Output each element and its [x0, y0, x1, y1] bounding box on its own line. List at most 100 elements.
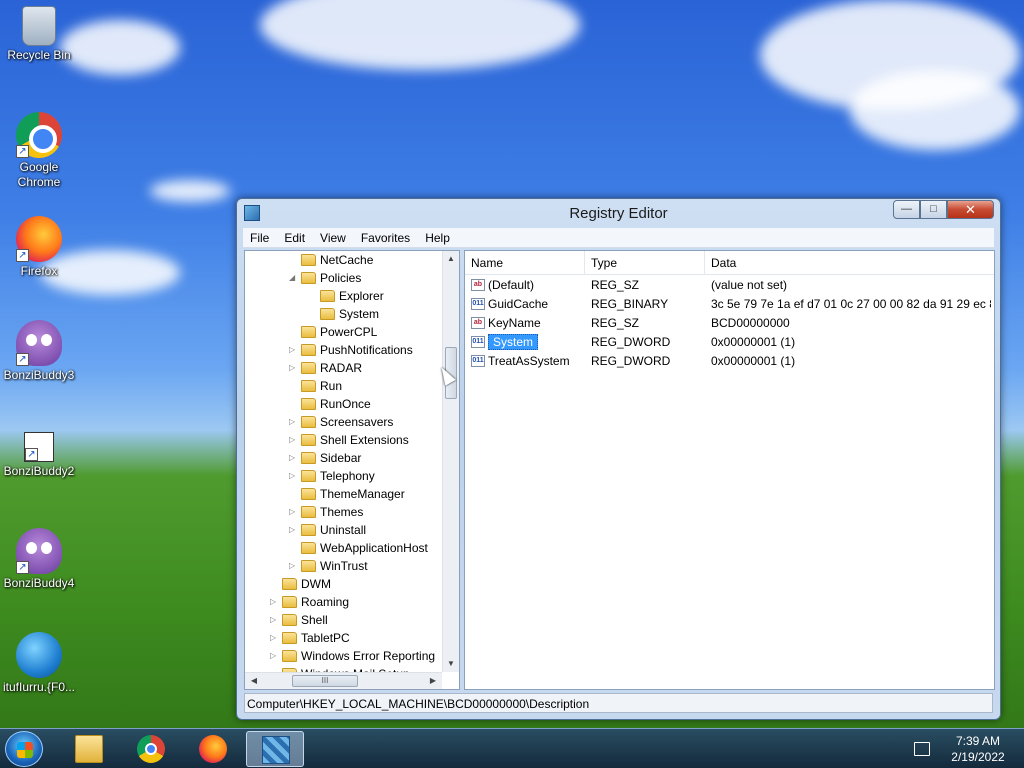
tree-expander[interactable]: ▷ [289, 557, 299, 575]
tree-item[interactable]: Explorer [308, 287, 384, 305]
tree-item-label: DWM [301, 577, 331, 591]
registry-tree[interactable]: NetCache ◢ Policies Explorer System Power… [244, 250, 460, 690]
desktop-icon-recycle-bin[interactable]: Recycle Bin [1, 6, 77, 63]
tree-expander[interactable]: ▷ [289, 467, 299, 485]
list-header: Name Type Data [465, 251, 994, 275]
value-type: REG_SZ [591, 278, 640, 292]
tree-expander[interactable]: ▷ [270, 611, 280, 629]
desktop-icon-bonzibuddy4[interactable]: ↗ BonziBuddy4 [1, 528, 77, 591]
start-button[interactable] [5, 731, 43, 767]
tree-vertical-scrollbar[interactable]: ▲ ▼ [442, 251, 459, 672]
menu-favorites[interactable]: Favorites [354, 231, 418, 245]
tree-item[interactable]: ▷ Windows Error Reporting [270, 647, 435, 665]
tree-expander[interactable]: ▷ [289, 341, 299, 359]
tree-expander[interactable]: ▷ [289, 431, 299, 449]
scroll-down-arrow[interactable]: ▼ [445, 657, 457, 671]
taskbar-explorer[interactable] [60, 731, 118, 767]
tree-item-label: PushNotifications [320, 343, 413, 357]
tree-expander[interactable]: ▷ [270, 629, 280, 647]
tree-item[interactable]: ▷ Shell [270, 611, 328, 629]
tree-item[interactable]: ▷ RADAR [289, 359, 362, 377]
tree-item-label: Run [320, 379, 343, 393]
desktop-icon-firefox[interactable]: ↗ Firefox [1, 216, 77, 279]
tree-item[interactable]: ThemeManager [289, 485, 405, 503]
desktop-icon-google-chrome[interactable]: ↗ Google Chrome [1, 112, 77, 190]
menu-file[interactable]: File [243, 231, 277, 245]
column-header-name[interactable]: Name [465, 251, 585, 275]
tree-item-label: RunOnce [320, 397, 371, 411]
taskbar-firefox[interactable] [184, 731, 242, 767]
title-bar[interactable]: Registry Editor — □ ✕ [237, 199, 1000, 227]
menu-view[interactable]: View [313, 231, 354, 245]
menu-edit[interactable]: Edit [277, 231, 313, 245]
tree-expander[interactable]: ▷ [289, 503, 299, 521]
taskbar-registry-editor[interactable] [246, 731, 304, 767]
tree-expander[interactable]: ▷ [289, 449, 299, 467]
taskbar-chrome[interactable] [122, 731, 180, 767]
menu-help[interactable]: Help [418, 231, 458, 245]
shortcut-arrow-icon: ↗ [16, 145, 29, 158]
shortcut-arrow-icon: ↗ [16, 561, 29, 574]
minimize-button[interactable]: — [893, 200, 920, 219]
tree-item[interactable]: ▷ WinTrust [289, 557, 368, 575]
tree-expander[interactable]: ▷ [289, 359, 299, 377]
tree-item[interactable]: ▷ Roaming [270, 593, 349, 611]
tree-item[interactable]: ▷ Shell Extensions [289, 431, 409, 449]
column-header-type[interactable]: Type [585, 251, 705, 275]
list-row[interactable]: 011 TreatAsSystem REG_DWORD 0x00000001 (1… [465, 352, 994, 371]
scroll-left-arrow[interactable]: ◀ [248, 674, 260, 688]
tree-item[interactable]: ▷ PushNotifications [289, 341, 413, 359]
folder-icon [301, 488, 316, 500]
tree-item[interactable]: ▷ Sidebar [289, 449, 361, 467]
value-type: REG_SZ [591, 316, 640, 330]
tree-item[interactable]: RunOnce [289, 395, 371, 413]
value-data: 0x00000001 (1) [711, 354, 796, 368]
desktop-icon-label: BonziBuddy4 [3, 576, 75, 590]
tree-expander[interactable]: ▷ [289, 413, 299, 431]
list-row[interactable]: ab KeyName REG_SZ BCD00000000 [465, 314, 994, 333]
folder-icon [301, 542, 316, 554]
desktop-icon-bonzibuddy3[interactable]: ↗ BonziBuddy3 [1, 320, 77, 383]
network-tray-icon[interactable] [914, 742, 930, 756]
system-clock[interactable]: 7:39 AM 2/19/2022 [940, 733, 1016, 765]
scroll-right-arrow[interactable]: ▶ [427, 674, 439, 688]
desktop-icon-bonzibuddy2[interactable]: ↗ BonziBuddy2 [1, 424, 77, 479]
list-row[interactable]: 011 GuidCache REG_BINARY 3c 5e 79 7e 1a e… [465, 295, 994, 314]
registry-values-list[interactable]: Name Type Data ab (Default) REG_SZ (value… [464, 250, 995, 690]
folder-icon [282, 596, 297, 608]
tree-item-label: WinTrust [320, 559, 368, 573]
tree-item[interactable]: PowerCPL [289, 323, 377, 341]
tree-item[interactable]: NetCache [289, 251, 373, 269]
tree-item-label: Policies [320, 271, 362, 285]
tree-item[interactable]: ▷ Screensavers [289, 413, 393, 431]
tree-item[interactable]: ▷ TabletPC [270, 629, 350, 647]
tree-item[interactable]: WebApplicationHost [289, 539, 428, 557]
tree-expander[interactable]: ▷ [270, 593, 280, 611]
scroll-up-arrow[interactable]: ▲ [445, 252, 457, 266]
bonzi-icon: ↗ [16, 320, 62, 366]
list-row-selected[interactable]: 011 System REG_DWORD 0x00000001 (1) [465, 333, 994, 352]
tree-item[interactable]: ▷ Uninstall [289, 521, 366, 539]
column-header-data[interactable]: Data [705, 251, 994, 275]
tree-item[interactable]: ▷ Themes [289, 503, 363, 521]
tree-expander[interactable]: ▷ [270, 647, 280, 665]
document-window-icon: ↗ [24, 432, 54, 462]
tree-horizontal-scrollbar[interactable]: ◀ III ▶ [245, 672, 442, 689]
tree-expander[interactable]: ◢ [289, 269, 299, 287]
folder-icon [301, 560, 316, 572]
scroll-thumb[interactable]: III [292, 675, 358, 687]
tree-item[interactable]: ▷ Telephony [289, 467, 375, 485]
tree-expander[interactable]: ▷ [289, 521, 299, 539]
tree-item-label: Sidebar [320, 451, 362, 465]
tree-item[interactable]: DWM [270, 575, 331, 593]
maximize-button[interactable]: □ [920, 200, 947, 219]
list-row[interactable]: ab (Default) REG_SZ (value not set) [465, 276, 994, 295]
desktop-icon-ituflurru[interactable]: itufIurru.{F0... [1, 632, 77, 695]
tree-item-label: Telephony [320, 469, 375, 483]
tree-item[interactable]: Run [289, 377, 342, 395]
chrome-icon: ↗ [16, 112, 62, 158]
close-button[interactable]: ✕ [947, 200, 994, 219]
tree-item[interactable]: System [308, 305, 379, 323]
tree-item[interactable]: ◢ Policies [289, 269, 361, 287]
string-value-icon: ab [471, 279, 485, 291]
